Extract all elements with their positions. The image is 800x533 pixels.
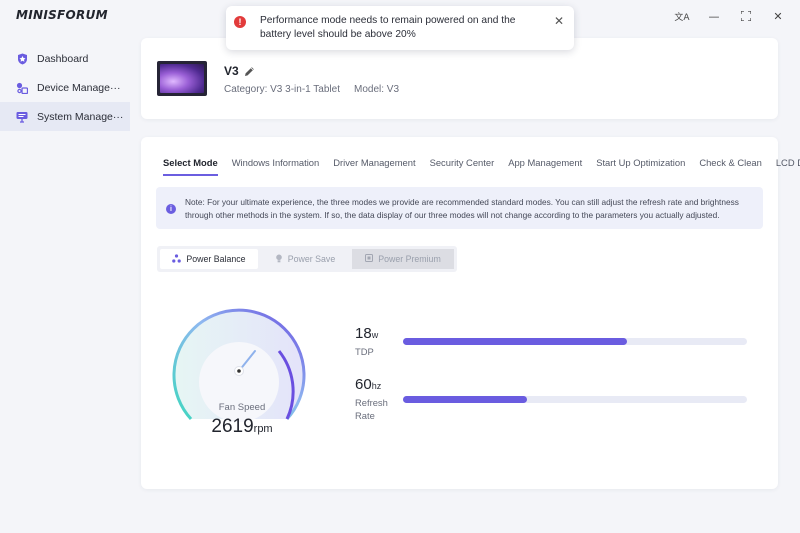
sidebar-item-label: Device Manage··· [37, 81, 121, 94]
mode-power-balance[interactable]: Power Balance [160, 249, 258, 269]
sidebar-item-system-manager[interactable]: System Manage··· [0, 102, 130, 131]
sidebar-item-dashboard[interactable]: Dashboard [0, 44, 130, 73]
tdp-value: 18 [355, 325, 372, 342]
fan-speed-number: 2619 [211, 416, 254, 437]
maximize-icon[interactable] [730, 6, 762, 26]
edit-icon[interactable] [244, 64, 256, 76]
lightbulb-icon [275, 254, 283, 265]
mode-label: Power Save [287, 254, 336, 264]
tdp-bar [403, 338, 747, 345]
tab-security-center[interactable]: Security Center [430, 157, 495, 176]
tab-windows-information[interactable]: Windows Information [232, 157, 320, 176]
warning-toast: ! Performance mode needs to remain power… [226, 6, 574, 50]
fan-speed-value: 2619rpm [187, 416, 297, 438]
minimize-icon[interactable]: — [698, 6, 730, 26]
refresh-rate-label: Refresh Rate [355, 397, 388, 421]
device-name: V3 [224, 64, 239, 78]
mode-power-save[interactable]: Power Save [258, 249, 352, 269]
balance-icon [172, 253, 182, 265]
translate-icon[interactable]: 文A [666, 6, 698, 26]
tdp-metric: 18w TDP [355, 325, 378, 358]
close-icon[interactable]: ✕ [762, 6, 794, 26]
tab-check-clean[interactable]: Check & Clean [699, 157, 762, 176]
sidebar-item-label: Dashboard [37, 52, 89, 65]
mode-selector: Power Balance Power Save Power Premium [157, 246, 457, 272]
tab-app-management[interactable]: App Management [508, 157, 582, 176]
note-text: Note: For your ultimate experience, the … [185, 197, 739, 220]
refresh-rate-metric: 60hz Refresh Rate [355, 376, 388, 422]
toast-close-icon[interactable]: ✕ [554, 14, 564, 28]
mode-label: Power Premium [378, 254, 441, 264]
window-controls: 文A — ✕ [666, 6, 794, 26]
sidebar-item-label: System Manage··· [37, 110, 124, 123]
tdp-label: TDP [355, 346, 374, 357]
mode-power-premium[interactable]: Power Premium [352, 249, 454, 269]
device-meta: Category: V3 3-in-1 Tablet Model: V3 [224, 84, 399, 95]
tab-driver-management[interactable]: Driver Management [333, 157, 415, 176]
mode-label: Power Balance [186, 254, 246, 264]
system-icon [16, 111, 28, 123]
tab-lcd-display[interactable]: LCD Display [776, 157, 800, 176]
info-icon: i [166, 204, 176, 214]
refresh-rate-unit: hz [371, 381, 382, 391]
shield-icon [16, 53, 28, 65]
tab-startup-optimization[interactable]: Start Up Optimization [596, 157, 685, 176]
device-icon [16, 82, 28, 94]
toast-message: Performance mode needs to remain powered… [260, 15, 516, 40]
refresh-rate-bar [403, 396, 747, 403]
tdp-bar-fill [403, 338, 627, 345]
premium-icon [365, 254, 374, 264]
error-icon: ! [234, 16, 246, 28]
sidebar: Dashboard Device Manage··· System Manage… [0, 44, 130, 131]
fan-speed-label: Fan Speed [218, 402, 266, 413]
refresh-rate-value: 60 [355, 376, 372, 393]
sidebar-item-device-manager[interactable]: Device Manage··· [0, 73, 130, 102]
app-logo: MINISFORUM [16, 8, 108, 22]
tdp-unit: w [371, 330, 379, 340]
main-panel: Select Mode Windows Information Driver M… [141, 137, 800, 489]
refresh-rate-bar-fill [403, 396, 527, 403]
fan-speed-unit: rpm [253, 423, 273, 435]
device-category: Category: V3 3-in-1 Tablet [224, 84, 340, 95]
info-note: i Note: For your ultimate experience, th… [156, 187, 763, 229]
device-thumbnail [157, 61, 207, 96]
tab-bar: Select Mode Windows Information Driver M… [163, 157, 800, 176]
device-card: V3 Category: V3 3-in-1 Tablet Model: V3 [141, 38, 778, 119]
tab-select-mode[interactable]: Select Mode [163, 157, 218, 176]
device-model: Model: V3 [354, 84, 400, 95]
